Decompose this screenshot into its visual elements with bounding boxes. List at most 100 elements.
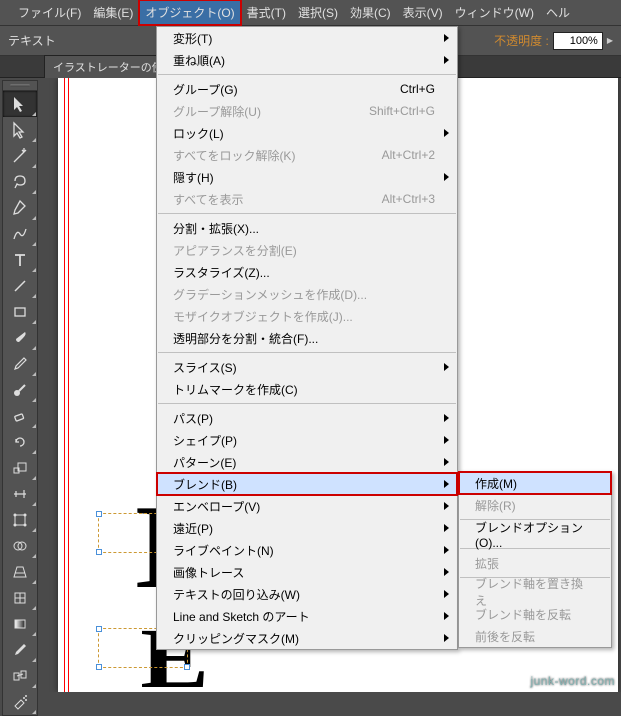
menu-item-label: パス(P) <box>173 410 213 427</box>
menu-item-label: ブレンド(B) <box>173 476 237 493</box>
opacity-label: 不透明度 : <box>494 32 549 49</box>
menu-item[interactable]: パターン(E) <box>157 451 457 473</box>
tool-pen[interactable] <box>3 195 37 221</box>
tool-rectangle[interactable] <box>3 299 37 325</box>
menu-item-label: ブレンド軸を反転 <box>475 606 571 623</box>
menu-item-label: 変形(T) <box>173 30 212 47</box>
tool-blend[interactable] <box>3 663 37 689</box>
tool-curvature[interactable] <box>3 221 37 247</box>
menu-object[interactable]: オブジェクト(O) <box>139 0 240 25</box>
menu-item[interactable]: 作成(M) <box>459 472 611 494</box>
options-left-label: テキスト <box>8 32 56 49</box>
chevron-right-icon <box>444 546 449 554</box>
tool-shape-builder[interactable] <box>3 533 37 559</box>
chevron-right-icon <box>444 568 449 576</box>
menu-item: 拡張 <box>459 552 611 574</box>
tool-scale[interactable] <box>3 455 37 481</box>
menu-item[interactable]: ロック(L) <box>157 122 457 144</box>
menu-item[interactable]: 透明部分を分割・統合(F)... <box>157 327 457 349</box>
chevron-right-icon[interactable]: ▶ <box>607 36 613 45</box>
menu-item-label: 前後を反転 <box>475 628 535 645</box>
tool-eraser[interactable] <box>3 403 37 429</box>
menu-item: グループ解除(U)Shift+Ctrl+G <box>157 100 457 122</box>
menu-item[interactable]: クリッピングマスク(M) <box>157 627 457 649</box>
menu-item-label: ライブペイント(N) <box>173 542 274 559</box>
menu-view[interactable]: 表示(V) <box>397 0 449 25</box>
tool-selection[interactable] <box>3 91 37 117</box>
tool-mesh[interactable] <box>3 585 37 611</box>
tool-line[interactable] <box>3 273 37 299</box>
menu-item: グラデーションメッシュを作成(D)... <box>157 283 457 305</box>
menu-item[interactable]: スライス(S) <box>157 356 457 378</box>
menu-item-label: シェイプ(P) <box>173 432 237 449</box>
tool-free-transform[interactable] <box>3 507 37 533</box>
menu-type[interactable]: 書式(T) <box>241 0 292 25</box>
menu-item: 前後を反転 <box>459 625 611 647</box>
menu-item: 解除(R) <box>459 494 611 516</box>
menu-item-shortcut: Alt+Ctrl+3 <box>382 192 435 206</box>
menu-item[interactable]: 重ね順(A) <box>157 49 457 71</box>
menu-item-label: スライス(S) <box>173 359 237 376</box>
tool-direct-selection[interactable] <box>3 117 37 143</box>
tool-pencil[interactable] <box>3 351 37 377</box>
menu-select[interactable]: 選択(S) <box>292 0 344 25</box>
menu-item[interactable]: エンベロープ(V) <box>157 495 457 517</box>
menu-item-label: ロック(L) <box>173 125 224 142</box>
chevron-right-icon <box>444 634 449 642</box>
tool-perspective[interactable] <box>3 559 37 585</box>
chevron-right-icon <box>444 173 449 181</box>
menu-item[interactable]: トリムマークを作成(C) <box>157 378 457 400</box>
menu-item[interactable]: 遠近(P) <box>157 517 457 539</box>
menu-item: すべてを表示Alt+Ctrl+3 <box>157 188 457 210</box>
menu-item-shortcut: Alt+Ctrl+2 <box>382 148 435 162</box>
opacity-input[interactable] <box>553 32 603 50</box>
menu-item-label: 分割・拡張(X)... <box>173 220 259 237</box>
document-tab[interactable]: イラストレーターの使 <box>44 55 172 78</box>
chevron-right-icon <box>444 414 449 422</box>
menu-item: モザイクオブジェクトを作成(J)... <box>157 305 457 327</box>
tool-lasso[interactable] <box>3 169 37 195</box>
tool-symbol-sprayer[interactable] <box>3 689 37 715</box>
chevron-right-icon <box>444 56 449 64</box>
chevron-right-icon <box>444 436 449 444</box>
panel-grip[interactable] <box>3 81 37 91</box>
menu-item: ブレンド軸を置き換え <box>459 581 611 603</box>
tool-type[interactable] <box>3 247 37 273</box>
menu-item[interactable]: シェイプ(P) <box>157 429 457 451</box>
tool-eyedropper[interactable] <box>3 637 37 663</box>
menu-item-label: テキストの回り込み(W) <box>173 586 300 603</box>
tool-magic-wand[interactable] <box>3 143 37 169</box>
chevron-right-icon <box>444 480 449 488</box>
menu-window[interactable]: ウィンドウ(W) <box>449 0 540 25</box>
menu-item[interactable]: 隠す(H) <box>157 166 457 188</box>
tool-gradient[interactable] <box>3 611 37 637</box>
menu-file[interactable]: ファイル(F) <box>12 0 87 25</box>
chevron-right-icon <box>444 458 449 466</box>
menu-item[interactable]: 画像トレース <box>157 561 457 583</box>
tool-paintbrush[interactable] <box>3 325 37 351</box>
tool-blob-brush[interactable] <box>3 377 37 403</box>
menu-item[interactable]: グループ(G) Ctrl+G <box>157 78 457 100</box>
menu-item[interactable]: パス(P) <box>157 407 457 429</box>
menu-item-label: グラデーションメッシュを作成(D)... <box>173 286 367 303</box>
menu-item[interactable]: ラスタライズ(Z)... <box>157 261 457 283</box>
menu-item-label: 作成(M) <box>475 475 517 492</box>
menu-item[interactable]: 分割・拡張(X)... <box>157 217 457 239</box>
menu-item[interactable]: 変形(T) <box>157 27 457 49</box>
menu-item[interactable]: ブレンド(B) <box>157 473 457 495</box>
menu-item-label: 解除(R) <box>475 497 516 514</box>
menu-item[interactable]: ブレンドオプション(O)... <box>459 523 611 545</box>
tool-width[interactable] <box>3 481 37 507</box>
tool-rotate[interactable] <box>3 429 37 455</box>
menu-item-label: モザイクオブジェクトを作成(J)... <box>173 308 353 325</box>
chevron-right-icon <box>444 363 449 371</box>
menu-item[interactable]: テキストの回り込み(W) <box>157 583 457 605</box>
menu-edit[interactable]: 編集(E) <box>87 0 139 25</box>
menu-help[interactable]: ヘル <box>540 0 576 25</box>
menu-item[interactable]: ライブペイント(N) <box>157 539 457 561</box>
menu-effect[interactable]: 効果(C) <box>344 0 397 25</box>
menu-item-shortcut: Ctrl+G <box>400 82 435 96</box>
menu-item[interactable]: Line and Sketch のアート <box>157 605 457 627</box>
menu-item: すべてをロック解除(K)Alt+Ctrl+2 <box>157 144 457 166</box>
menu-item-label: グループ(G) <box>173 81 238 98</box>
